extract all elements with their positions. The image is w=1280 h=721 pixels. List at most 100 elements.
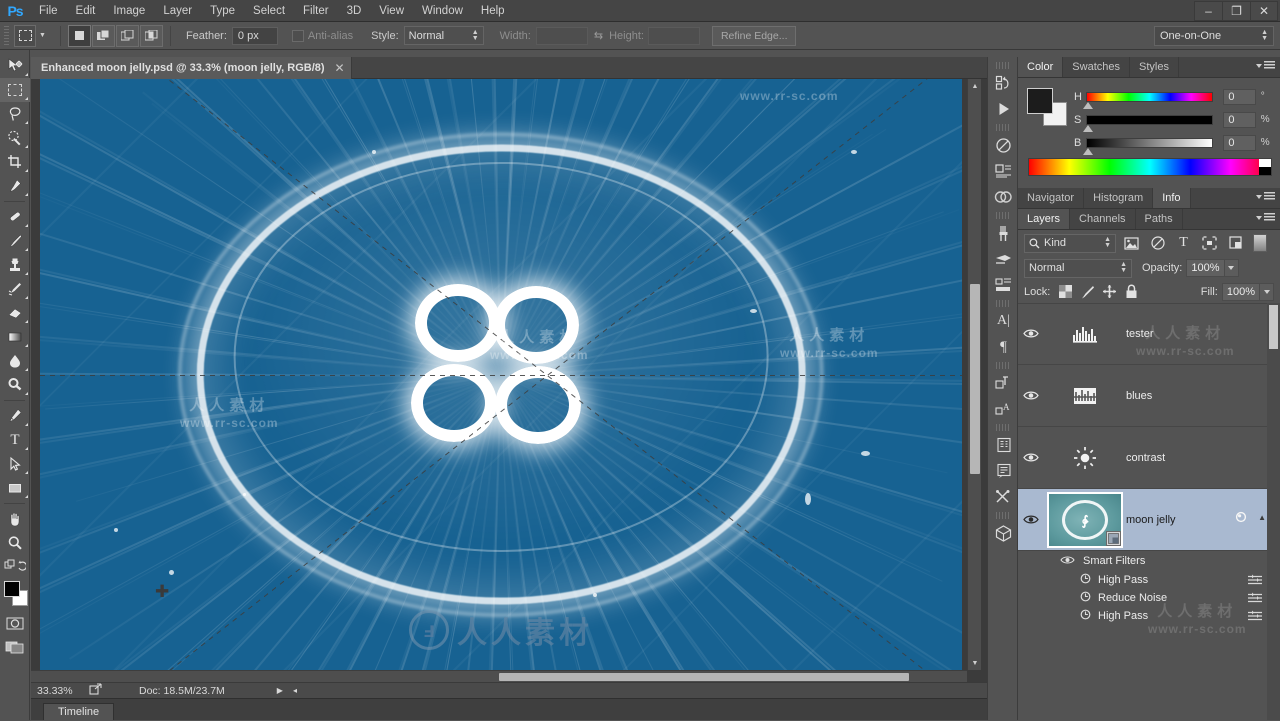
- layers-panel-menu-button[interactable]: [1256, 213, 1275, 222]
- status-play-icon[interactable]: ▶: [277, 686, 283, 695]
- table-row[interactable]: blues: [1018, 365, 1280, 427]
- tab-info[interactable]: Info: [1153, 188, 1191, 208]
- vertical-scroll-thumb[interactable]: [970, 284, 980, 474]
- menu-view[interactable]: View: [370, 0, 413, 22]
- clone-stamp-tool[interactable]: [0, 253, 30, 277]
- menu-edit[interactable]: Edit: [67, 0, 105, 22]
- opacity-chevron-down-icon[interactable]: [1224, 259, 1239, 277]
- menu-layer[interactable]: Layer: [154, 0, 201, 22]
- brush-tool[interactable]: [0, 229, 30, 253]
- subtract-from-selection-button[interactable]: [115, 24, 139, 47]
- tool-preset-chevron-down-icon[interactable]: ▼: [39, 32, 46, 39]
- move-tool[interactable]: [0, 54, 30, 78]
- filter-adjustment-icon[interactable]: [1147, 233, 1168, 253]
- opacity-value[interactable]: 100%: [1186, 259, 1225, 277]
- hue-slider[interactable]: [1083, 91, 1214, 109]
- menu-select[interactable]: Select: [244, 0, 294, 22]
- layer-visibility-toggle[interactable]: [1018, 514, 1044, 525]
- layer-visibility-toggle[interactable]: [1018, 390, 1044, 401]
- zoom-level[interactable]: 33.33%: [31, 685, 89, 697]
- list-item[interactable]: High Pass: [1018, 571, 1280, 589]
- canvas-horizontal-scrollbar[interactable]: [31, 670, 967, 682]
- actions-panel-icon[interactable]: [988, 96, 1019, 122]
- filter-type-icon[interactable]: T: [1173, 233, 1194, 253]
- eyedropper-tool[interactable]: [0, 174, 30, 198]
- rail-grip-4[interactable]: [996, 300, 1009, 307]
- fill-chevron-down-icon[interactable]: [1260, 282, 1274, 301]
- list-item[interactable]: High Pass: [1018, 607, 1280, 625]
- style-select[interactable]: Normal ▲ ▼: [403, 26, 484, 45]
- tab-styles[interactable]: Styles: [1130, 57, 1179, 77]
- layer-filter-kind-select[interactable]: Kind ▲ ▼: [1024, 233, 1116, 253]
- share-icon[interactable]: [89, 683, 103, 698]
- layers-scrollbar[interactable]: [1267, 303, 1280, 720]
- workspace-selector[interactable]: One-on-One ▲ ▼: [1154, 26, 1274, 46]
- pen-tool[interactable]: [0, 404, 30, 428]
- filter-pixel-icon[interactable]: [1121, 233, 1142, 253]
- panel-foreground-swatch[interactable]: [1027, 88, 1053, 114]
- filter-smartobject-icon[interactable]: [1225, 233, 1246, 253]
- table-row[interactable]: tester: [1018, 303, 1280, 365]
- lock-position-icon[interactable]: [1098, 282, 1120, 302]
- layer-thumbnail[interactable]: [1044, 443, 1126, 473]
- layer-visibility-toggle[interactable]: [1018, 328, 1044, 339]
- menu-help[interactable]: Help: [472, 0, 514, 22]
- restore-button[interactable]: ❐: [1222, 1, 1250, 21]
- tab-paths[interactable]: Paths: [1136, 209, 1183, 229]
- panel-color-swatches[interactable]: [1027, 88, 1067, 126]
- refine-edge-button[interactable]: Refine Edge...: [711, 25, 797, 46]
- options-bar-grip[interactable]: [4, 25, 9, 46]
- layer-list[interactable]: tester blues contrast ∳ moon jelly ▲ Sma…: [1018, 303, 1280, 720]
- menu-3d[interactable]: 3D: [338, 0, 371, 22]
- filter-visibility-icon[interactable]: [1080, 573, 1091, 587]
- rail-grip-5[interactable]: [996, 362, 1009, 369]
- info-panel-menu-button[interactable]: [1256, 192, 1275, 201]
- paragraph-styles-icon[interactable]: A: [988, 396, 1019, 422]
- filter-enable-toggle[interactable]: [1253, 234, 1267, 252]
- anti-alias-checkbox[interactable]: [291, 29, 304, 42]
- crop-tool[interactable]: [0, 150, 30, 174]
- canvas-area[interactable]: 人人素材 www.rr-sc.com 人人素材 www.rr-sc.com 人人…: [31, 79, 987, 682]
- lock-transparent-pixels-icon[interactable]: [1054, 282, 1076, 302]
- table-row[interactable]: ∳ moon jelly ▲: [1018, 489, 1280, 551]
- rail-grip-6[interactable]: [996, 424, 1009, 431]
- horizontal-scroll-thumb[interactable]: [499, 673, 909, 681]
- edit-toolbar-icon[interactable]: [0, 555, 30, 575]
- edit-in-quick-mask-mode-button[interactable]: [0, 611, 30, 635]
- close-button[interactable]: ✕: [1250, 1, 1278, 21]
- adjustments-panel-icon[interactable]: [988, 132, 1019, 158]
- scroll-down-arrow-icon[interactable]: ▼: [968, 656, 982, 670]
- brush-presets-icon[interactable]: [988, 220, 1019, 246]
- rail-grip-7[interactable]: [996, 512, 1009, 519]
- clone-source-icon[interactable]: [988, 272, 1019, 298]
- layer-visibility-toggle[interactable]: [1018, 452, 1044, 463]
- gradient-tool[interactable]: [0, 325, 30, 349]
- list-item[interactable]: Reduce Noise: [1018, 589, 1280, 607]
- rail-grip[interactable]: [996, 62, 1009, 69]
- layer-thumbnail[interactable]: ∳: [1044, 491, 1126, 548]
- menu-image[interactable]: Image: [104, 0, 154, 22]
- path-selection-tool[interactable]: [0, 452, 30, 476]
- lock-image-pixels-icon[interactable]: [1076, 282, 1098, 302]
- intersect-selection-button[interactable]: [139, 24, 163, 47]
- layer-thumbnail[interactable]: [1044, 319, 1126, 349]
- smart-object-thumbnail[interactable]: ∳: [1047, 491, 1123, 548]
- filter-blending-options-icon[interactable]: [1248, 592, 1262, 607]
- tab-layers[interactable]: Layers: [1018, 209, 1071, 229]
- minimize-button[interactable]: –: [1194, 1, 1222, 21]
- tab-color[interactable]: Color: [1018, 57, 1064, 77]
- height-input[interactable]: [647, 26, 700, 45]
- lock-all-icon[interactable]: [1120, 282, 1142, 302]
- smart-filter-visibility-icon[interactable]: [1234, 511, 1250, 526]
- saturation-value[interactable]: 0: [1223, 111, 1256, 128]
- add-to-selection-button[interactable]: [91, 24, 115, 47]
- status-left-icon[interactable]: ◂: [293, 686, 297, 695]
- color-swatches[interactable]: [0, 579, 30, 609]
- character-styles-icon[interactable]: [988, 370, 1019, 396]
- spot-healing-brush-tool[interactable]: [0, 205, 30, 229]
- brightness-slider-knob[interactable]: [1083, 147, 1094, 155]
- smart-filters-header[interactable]: Smart Filters: [1018, 551, 1280, 571]
- scroll-up-arrow-icon[interactable]: ▲: [968, 79, 982, 93]
- new-selection-button[interactable]: [67, 24, 91, 47]
- layer-comps-icon[interactable]: [988, 432, 1019, 458]
